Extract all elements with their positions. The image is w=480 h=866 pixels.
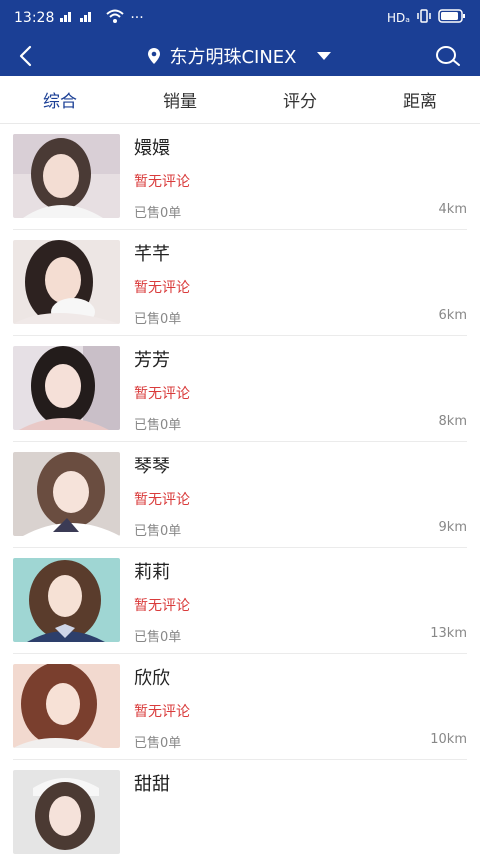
more-indicator: ···	[130, 10, 144, 26]
distance: 8km	[438, 414, 467, 429]
list-item[interactable]: 芊芊 暂无评论 已售0单 6km	[13, 230, 467, 336]
profile-list: 嬛嬛 暂无评论 已售0单 4km 芊芊 暂无评论 已售0单 6km 芳芳 暂无评…	[0, 124, 480, 866]
distance: 9km	[438, 520, 467, 535]
review-status: 暂无评论	[134, 492, 190, 508]
review-status: 暂无评论	[134, 598, 190, 614]
profile-name: 欣欣	[134, 668, 170, 689]
tab-distance[interactable]: 距离	[360, 76, 480, 123]
location-label: 东方明珠CINEX	[169, 47, 297, 68]
profile-name: 莉莉	[134, 562, 170, 583]
status-bar: 13:28 ··· HDₐ	[0, 0, 480, 36]
dropdown-triangle-icon	[316, 52, 331, 60]
sold-count: 已售0单	[134, 206, 182, 221]
profile-name: 甜甜	[134, 774, 170, 795]
sold-count: 已售0单	[134, 736, 182, 751]
status-time: 13:28	[14, 10, 55, 26]
profile-photo	[13, 558, 120, 642]
location-pin-icon	[148, 48, 161, 64]
profile-name: 芳芳	[134, 350, 170, 371]
review-status: 暂无评论	[134, 386, 190, 402]
battery-icon	[438, 9, 466, 27]
distance: 6km	[438, 308, 467, 323]
navigation-bar: 东方明珠CINEX	[0, 36, 480, 76]
tab-comprehensive[interactable]: 综合	[0, 76, 120, 123]
vibrate-icon	[416, 9, 432, 27]
profile-photo	[13, 240, 120, 324]
wifi-icon	[106, 9, 125, 27]
search-icon	[436, 46, 460, 66]
review-status: 暂无评论	[134, 280, 190, 296]
status-left: 13:28 ···	[14, 9, 144, 27]
list-item[interactable]: 莉莉 暂无评论 已售0单 13km	[13, 548, 467, 654]
profile-photo	[13, 452, 120, 536]
profile-photo	[13, 346, 120, 430]
tab-sales[interactable]: 销量	[120, 76, 240, 123]
profile-photo	[13, 664, 120, 748]
distance: 13km	[430, 626, 467, 641]
list-item[interactable]: 芳芳 暂无评论 已售0单 8km	[13, 336, 467, 442]
location-selector[interactable]: 东方明珠CINEX	[0, 36, 480, 76]
list-item[interactable]: 欣欣 暂无评论 已售0单 10km	[13, 654, 467, 760]
review-status: 暂无评论	[134, 174, 190, 190]
list-item[interactable]: 甜甜	[13, 760, 467, 866]
distance: 4km	[438, 202, 467, 217]
profile-name: 芊芊	[134, 244, 170, 265]
sold-count: 已售0单	[134, 312, 182, 327]
profile-photo	[13, 770, 120, 854]
sort-tabs: 综合 销量 评分 距离	[0, 76, 480, 124]
search-button[interactable]	[432, 40, 464, 72]
list-item[interactable]: 嬛嬛 暂无评论 已售0单 4km	[13, 124, 467, 230]
sold-count: 已售0单	[134, 630, 182, 645]
tab-rating[interactable]: 评分	[240, 76, 360, 123]
profile-name: 琴琴	[134, 456, 170, 477]
sold-count: 已售0单	[134, 418, 182, 433]
review-status: 暂无评论	[134, 704, 190, 720]
distance: 10km	[430, 732, 467, 747]
list-item[interactable]: 琴琴 暂无评论 已售0单 9km	[13, 442, 467, 548]
status-right: HDₐ	[387, 9, 466, 27]
signal-icon	[60, 10, 100, 26]
profile-name: 嬛嬛	[134, 138, 170, 159]
profile-photo	[13, 134, 120, 218]
sold-count: 已售0单	[134, 524, 182, 539]
hd-indicator: HDₐ	[387, 11, 410, 25]
